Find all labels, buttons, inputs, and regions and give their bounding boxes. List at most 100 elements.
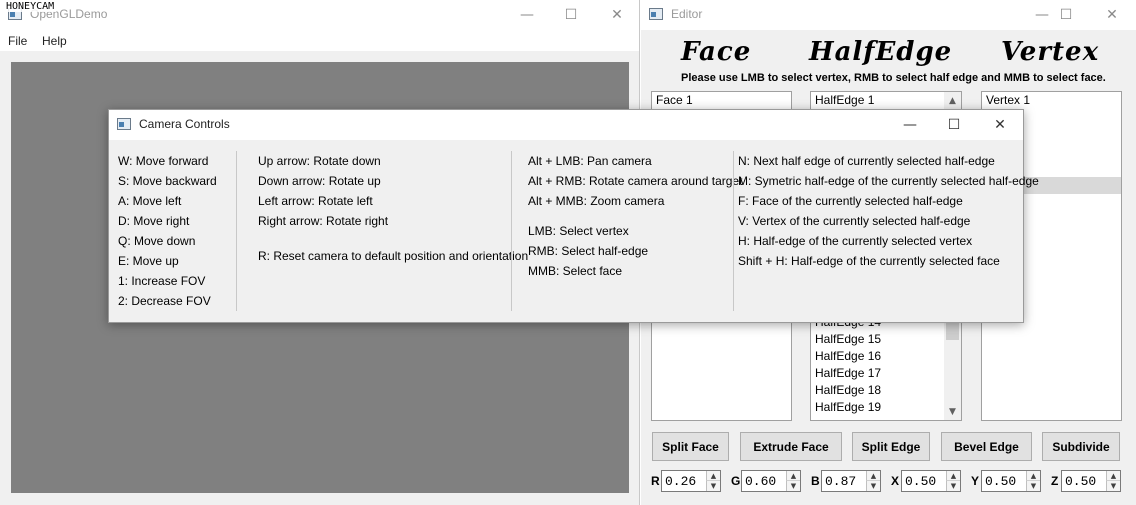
list-item[interactable]: HalfEdge 16 xyxy=(811,348,946,365)
spin-up-icon[interactable]: ▲ xyxy=(1026,471,1040,481)
shortcut-line: 1: Increase FOV xyxy=(118,274,206,288)
list-item[interactable]: Face 1 xyxy=(652,92,791,109)
shortcut-line: Alt + MMB: Zoom camera xyxy=(528,194,665,208)
shortcut-line: R: Reset camera to default position and … xyxy=(258,249,529,263)
editor-maximize-button[interactable]: ☐ xyxy=(1043,0,1089,30)
x-spinbox[interactable]: 0.50 ▲ ▼ xyxy=(901,470,961,492)
shortcut-line: RMB: Select half-edge xyxy=(528,244,649,258)
shortcut-line: Alt + RMB: Rotate camera around target xyxy=(528,174,743,188)
movement-keys-column: W: Move forward S: Move backward A: Move… xyxy=(118,153,217,313)
scroll-up-icon[interactable]: ▲ xyxy=(944,92,961,109)
shortcut-line: Left arrow: Rotate left xyxy=(258,194,373,208)
column-divider xyxy=(236,151,237,311)
spin-down-icon[interactable]: ▼ xyxy=(786,481,800,491)
list-item[interactable]: HalfEdge 1 xyxy=(811,92,961,109)
g-label: G xyxy=(731,474,741,488)
split-face-button[interactable]: Split Face xyxy=(652,432,729,461)
menu-help[interactable]: Help xyxy=(42,34,67,48)
y-label: Y xyxy=(971,474,980,488)
r-value[interactable]: 0.26 xyxy=(665,474,696,489)
editor-window-title: Editor xyxy=(671,7,703,21)
r-spinbox[interactable]: 0.26 ▲ ▼ xyxy=(661,470,721,492)
z-spinbox[interactable]: 0.50 ▲ ▼ xyxy=(1061,470,1121,492)
face-heading: Face xyxy=(681,37,752,67)
spin-up-icon[interactable]: ▲ xyxy=(1106,471,1120,481)
bevel-edge-button[interactable]: Bevel Edge xyxy=(941,432,1032,461)
mouse-controls-column: Alt + LMB: Pan camera Alt + RMB: Rotate … xyxy=(528,153,742,283)
camera-maximize-button[interactable]: ☐ xyxy=(931,110,977,140)
shortcut-line: M: Symetric half-edge of the currently s… xyxy=(738,174,1039,188)
x-value[interactable]: 0.50 xyxy=(905,474,936,489)
column-divider xyxy=(733,151,734,311)
subdivide-button[interactable]: Subdivide xyxy=(1042,432,1120,461)
spin-down-icon[interactable]: ▼ xyxy=(1106,481,1120,491)
scroll-down-icon[interactable]: ▼ xyxy=(944,403,961,420)
main-titlebar[interactable]: OpenGLDemo — ☐ ✕ xyxy=(0,0,639,30)
b-label: B xyxy=(811,474,820,488)
camera-window-title: Camera Controls xyxy=(139,117,230,131)
shortcut-line: Shift + H: Half-edge of the currently se… xyxy=(738,254,1000,268)
main-close-button[interactable]: ✕ xyxy=(594,0,640,30)
spin-up-icon[interactable]: ▲ xyxy=(866,471,880,481)
shortcut-line: Q: Move down xyxy=(118,234,196,248)
halfedge-keys-column: N: Next half edge of currently selected … xyxy=(738,153,1039,273)
r-label: R xyxy=(651,474,660,488)
spin-down-icon[interactable]: ▼ xyxy=(1026,481,1040,491)
shortcut-line: H: Half-edge of the currently selected v… xyxy=(738,234,973,248)
extrude-face-button[interactable]: Extrude Face xyxy=(740,432,842,461)
shortcut-line: 2: Decrease FOV xyxy=(118,294,211,308)
editor-titlebar[interactable]: Editor — ☐ ✕ xyxy=(641,0,1136,30)
shortcut-line: A: Move left xyxy=(118,194,182,208)
camera-titlebar[interactable]: Camera Controls — ☐ ✕ xyxy=(109,110,1023,140)
editor-close-button[interactable]: ✕ xyxy=(1089,0,1135,30)
list-item[interactable]: Vertex 1 xyxy=(982,92,1121,109)
z-value[interactable]: 0.50 xyxy=(1065,474,1096,489)
column-divider xyxy=(511,151,512,311)
x-label: X xyxy=(891,474,900,488)
g-value[interactable]: 0.60 xyxy=(745,474,776,489)
split-edge-button[interactable]: Split Edge xyxy=(852,432,930,461)
menu-file[interactable]: File xyxy=(8,34,27,48)
g-spinbox[interactable]: 0.60 ▲ ▼ xyxy=(741,470,801,492)
halfedge-heading: HalfEdge xyxy=(809,37,953,67)
spin-down-icon[interactable]: ▼ xyxy=(706,481,720,491)
spin-down-icon[interactable]: ▼ xyxy=(946,481,960,491)
spin-up-icon[interactable]: ▲ xyxy=(786,471,800,481)
spin-up-icon[interactable]: ▲ xyxy=(706,471,720,481)
recorder-watermark: HONEYCAM xyxy=(4,1,57,12)
spin-down-icon[interactable]: ▼ xyxy=(866,481,880,491)
main-maximize-button[interactable]: ☐ xyxy=(548,0,594,30)
camera-minimize-button[interactable]: — xyxy=(887,110,933,140)
shortcut-line: D: Move right xyxy=(118,214,190,228)
shortcut-line: N: Next half edge of currently selected … xyxy=(738,154,995,168)
spin-up-icon[interactable]: ▲ xyxy=(946,471,960,481)
shortcut-line: Right arrow: Rotate right xyxy=(258,214,389,228)
y-value[interactable]: 0.50 xyxy=(985,474,1016,489)
editor-window-icon xyxy=(649,8,663,20)
shortcut-line: Alt + LMB: Pan camera xyxy=(528,154,652,168)
shortcut-line: LMB: Select vertex xyxy=(528,224,629,238)
shortcut-line: S: Move backward xyxy=(118,174,217,188)
shortcut-line: E: Move up xyxy=(118,254,179,268)
camera-window-icon xyxy=(117,118,131,130)
scroll-thumb[interactable] xyxy=(946,322,959,340)
rotation-keys-column: Up arrow: Rotate down Down arrow: Rotate… xyxy=(258,153,528,268)
camera-close-button[interactable]: ✕ xyxy=(977,110,1023,140)
list-item[interactable]: HalfEdge 18 xyxy=(811,382,946,399)
camera-controls-window: Camera Controls — ☐ ✕ W: Move forward S:… xyxy=(108,109,1039,323)
b-spinbox[interactable]: 0.87 ▲ ▼ xyxy=(821,470,881,492)
main-minimize-button[interactable]: — xyxy=(504,0,550,30)
shortcut-line: F: Face of the currently selected half-e… xyxy=(738,194,963,208)
shortcut-line: Down arrow: Rotate up xyxy=(258,174,381,188)
z-label: Z xyxy=(1051,474,1059,488)
shortcut-line: W: Move forward xyxy=(118,154,209,168)
list-item[interactable]: HalfEdge 15 xyxy=(811,331,946,348)
list-item[interactable]: HalfEdge 19 xyxy=(811,399,946,416)
b-value[interactable]: 0.87 xyxy=(825,474,856,489)
shortcut-line: MMB: Select face xyxy=(528,264,623,278)
selection-instructions: Please use LMB to select vertex, RMB to … xyxy=(681,72,1106,84)
list-item[interactable]: HalfEdge 17 xyxy=(811,365,946,382)
main-menubar: File Help xyxy=(0,30,639,51)
vertex-heading: Vertex xyxy=(1001,37,1100,67)
y-spinbox[interactable]: 0.50 ▲ ▼ xyxy=(981,470,1041,492)
